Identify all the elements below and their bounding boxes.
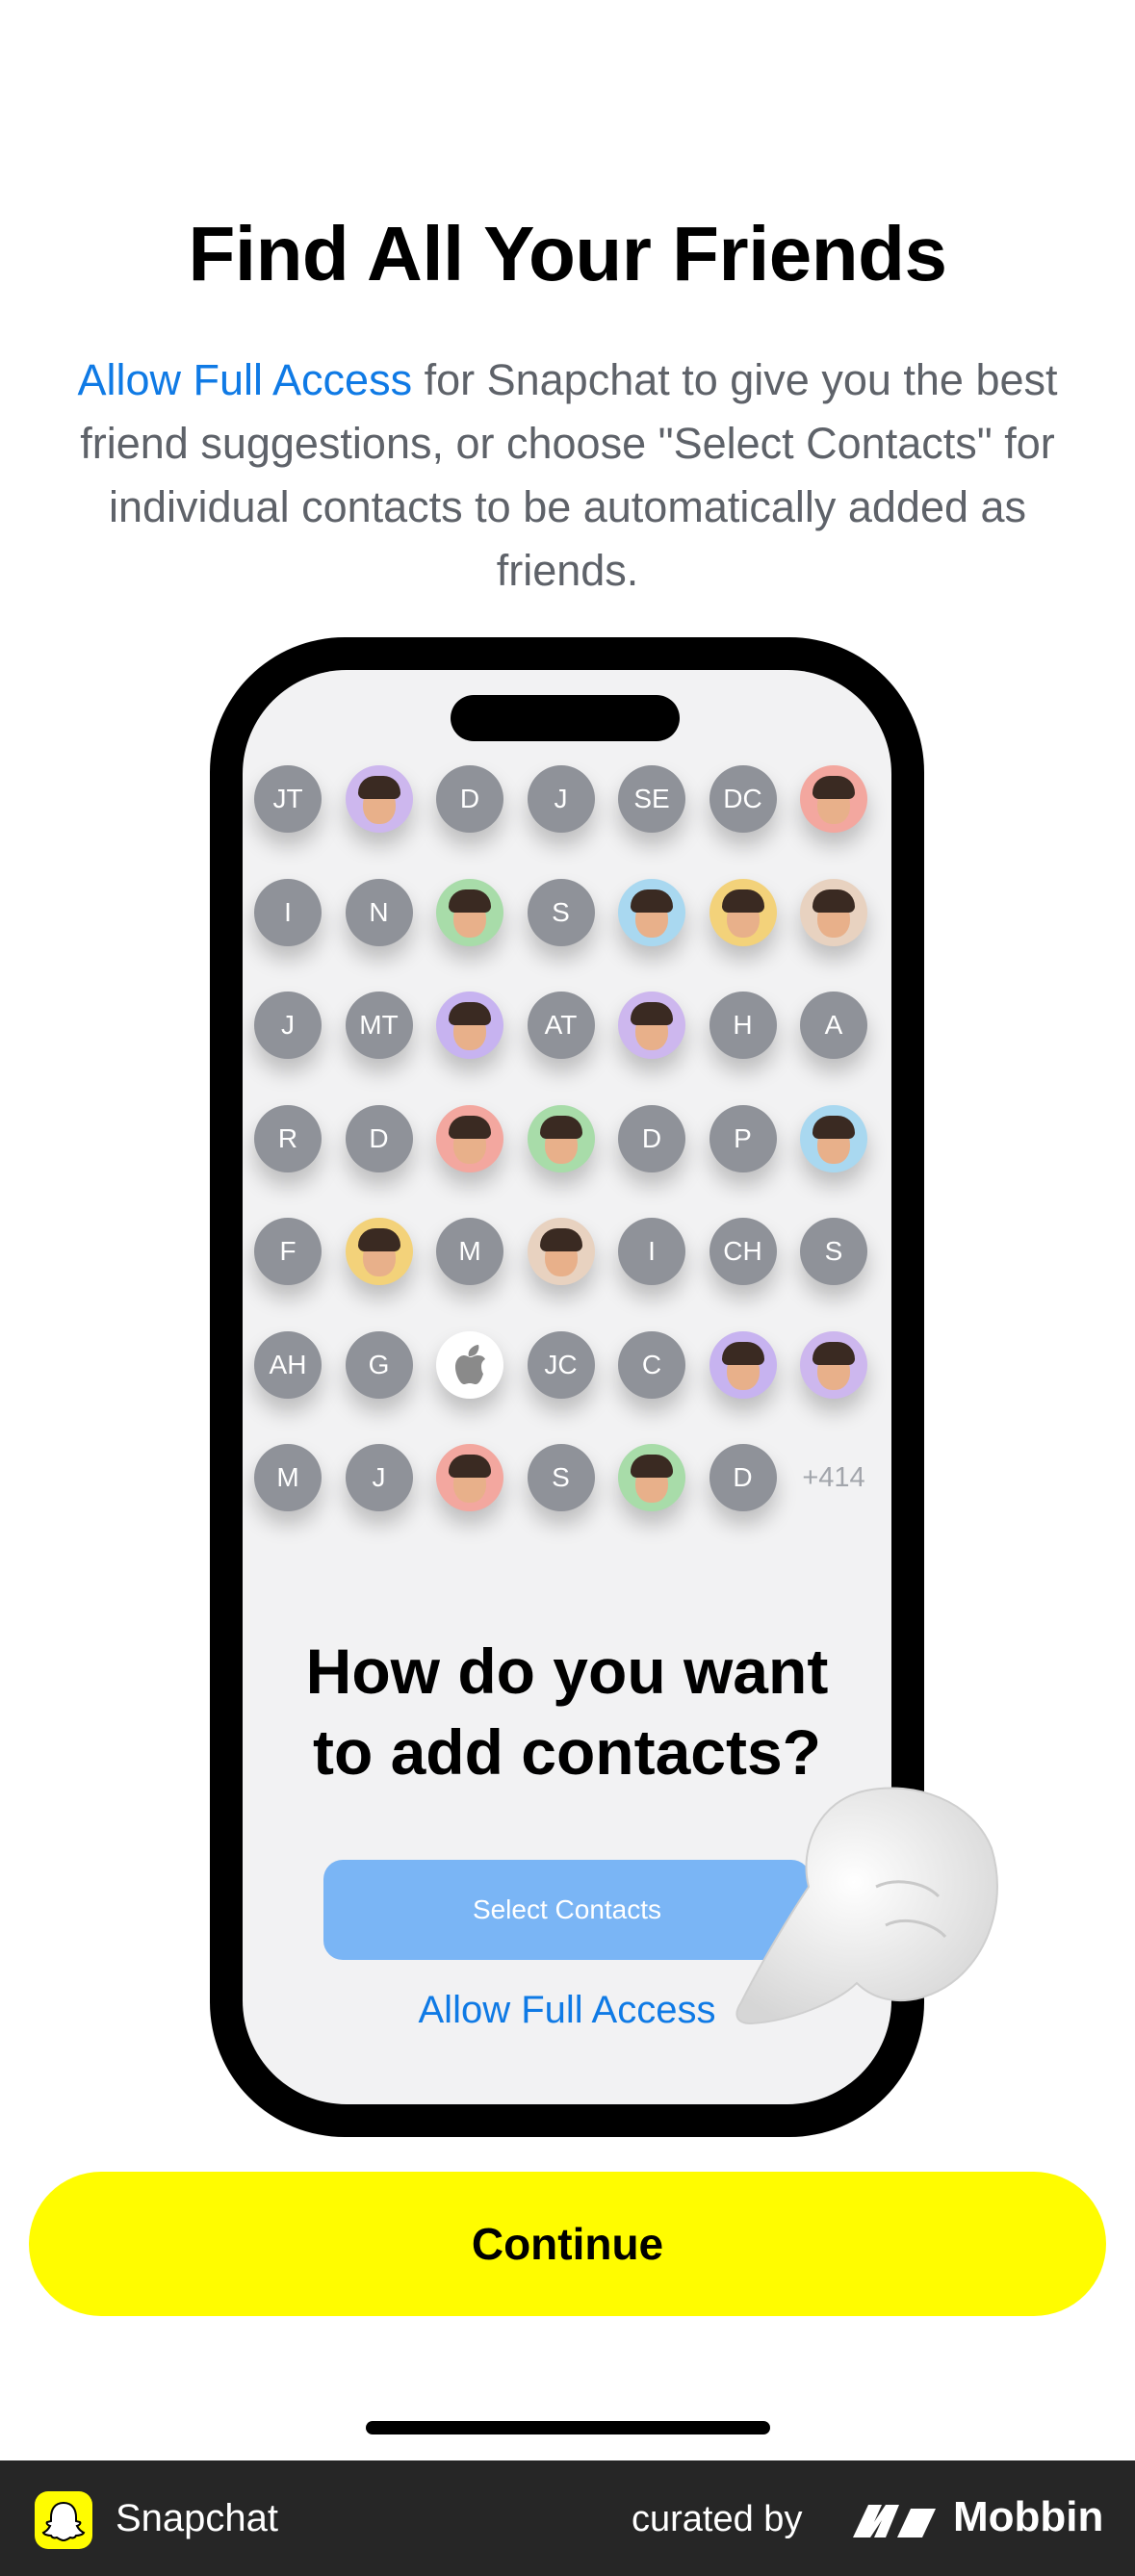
contact-photo-avatar [709, 1330, 777, 1399]
contact-photo-avatar [709, 878, 777, 946]
memoji-face-icon [631, 889, 673, 938]
memoji-face-icon [539, 1228, 582, 1276]
allow-full-access-link[interactable]: Allow Full Access [77, 355, 412, 404]
page-description: Allow Full Access for Snapchat to give y… [67, 348, 1068, 603]
contact-photo-avatar [618, 878, 685, 946]
contact-photo-avatar [527, 1218, 595, 1285]
contact-initials-avatar: N [345, 878, 413, 946]
page-title: Find All Your Friends [188, 211, 947, 296]
contact-initials-avatar: DC [709, 765, 777, 833]
contact-photo-avatar [345, 765, 413, 833]
contact-photo-avatar [436, 992, 503, 1059]
curated-by-label: curated by [632, 2499, 803, 2539]
contact-initials-avatar: D [618, 1104, 685, 1172]
contact-initials-avatar: AT [527, 992, 595, 1059]
contact-initials-avatar: MT [345, 992, 413, 1059]
prompt-line-1: How do you want [305, 1636, 829, 1707]
contact-photo-avatar [527, 1104, 595, 1172]
memoji-face-icon [449, 1455, 491, 1503]
contact-initials-avatar: A [800, 992, 867, 1059]
contact-initials-avatar: AH [254, 1330, 322, 1399]
contact-photo-avatar [800, 1330, 867, 1399]
mobbin-brand-name: Mobbin [953, 2493, 1104, 2540]
home-indicator [366, 2421, 770, 2434]
contact-initials-avatar: P [709, 1104, 777, 1172]
contact-initials-avatar: CH [709, 1218, 777, 1285]
snapchat-ghost-icon [35, 2491, 92, 2549]
contact-initials-avatar: J [254, 992, 322, 1059]
contact-initials-avatar: D [345, 1104, 413, 1172]
memoji-face-icon [813, 1341, 855, 1390]
contact-initials-avatar: S [527, 1444, 595, 1511]
contact-photo-avatar [345, 1218, 413, 1285]
contact-initials-avatar: D [436, 765, 503, 833]
contact-initials-avatar: I [618, 1218, 685, 1285]
apple-logo-icon [436, 1330, 503, 1399]
contact-initials-avatar: D [709, 1444, 777, 1511]
attribution-footer: Snapchat curated by Mobbin [0, 2460, 1135, 2576]
contact-photo-avatar [618, 1444, 685, 1511]
contact-photo-avatar [800, 1104, 867, 1172]
app-name: Snapchat [116, 2497, 279, 2539]
memoji-face-icon [357, 776, 400, 824]
contact-photo-avatar [436, 878, 503, 946]
memoji-face-icon [449, 1002, 491, 1050]
contact-photo-avatar [436, 1104, 503, 1172]
memoji-face-icon [813, 889, 855, 938]
contact-initials-avatar: R [254, 1104, 322, 1172]
pointing-hand-icon [735, 1787, 998, 2025]
memoji-face-icon [721, 889, 764, 938]
contact-initials-avatar: S [527, 878, 595, 946]
memoji-face-icon [813, 1115, 855, 1164]
memoji-face-icon [813, 776, 855, 824]
contact-photo-avatar [436, 1444, 503, 1511]
contact-initials-avatar: JT [254, 765, 322, 833]
contact-initials-avatar: J [527, 765, 595, 833]
add-contacts-prompt: How do you want to add contacts? [243, 1631, 891, 1792]
contact-initials-avatar: JC [527, 1330, 595, 1399]
contact-initials-avatar: G [345, 1330, 413, 1399]
contact-initials-avatar: S [800, 1218, 867, 1285]
contact-initials-avatar: F [254, 1218, 322, 1285]
memoji-face-icon [449, 889, 491, 938]
memoji-face-icon [449, 1115, 491, 1164]
contact-initials-avatar: M [254, 1444, 322, 1511]
memoji-face-icon [631, 1455, 673, 1503]
contact-photo-avatar [618, 992, 685, 1059]
memoji-face-icon [357, 1228, 400, 1276]
contact-photo-avatar [800, 878, 867, 946]
mobbin-logo-icon [853, 2505, 936, 2537]
contact-initials-avatar: M [436, 1218, 503, 1285]
continue-button[interactable]: Continue [29, 2172, 1106, 2316]
memoji-face-icon [631, 1002, 673, 1050]
contact-photo-avatar [800, 765, 867, 833]
contact-initials-avatar: SE [618, 765, 685, 833]
contact-initials-avatar: J [345, 1444, 413, 1511]
memoji-face-icon [721, 1341, 764, 1390]
more-contacts-count: +414 [802, 1461, 865, 1493]
contact-initials-avatar: H [709, 992, 777, 1059]
contact-initials-avatar: I [254, 878, 322, 946]
contact-initials-avatar: C [618, 1330, 685, 1399]
memoji-face-icon [539, 1115, 582, 1164]
